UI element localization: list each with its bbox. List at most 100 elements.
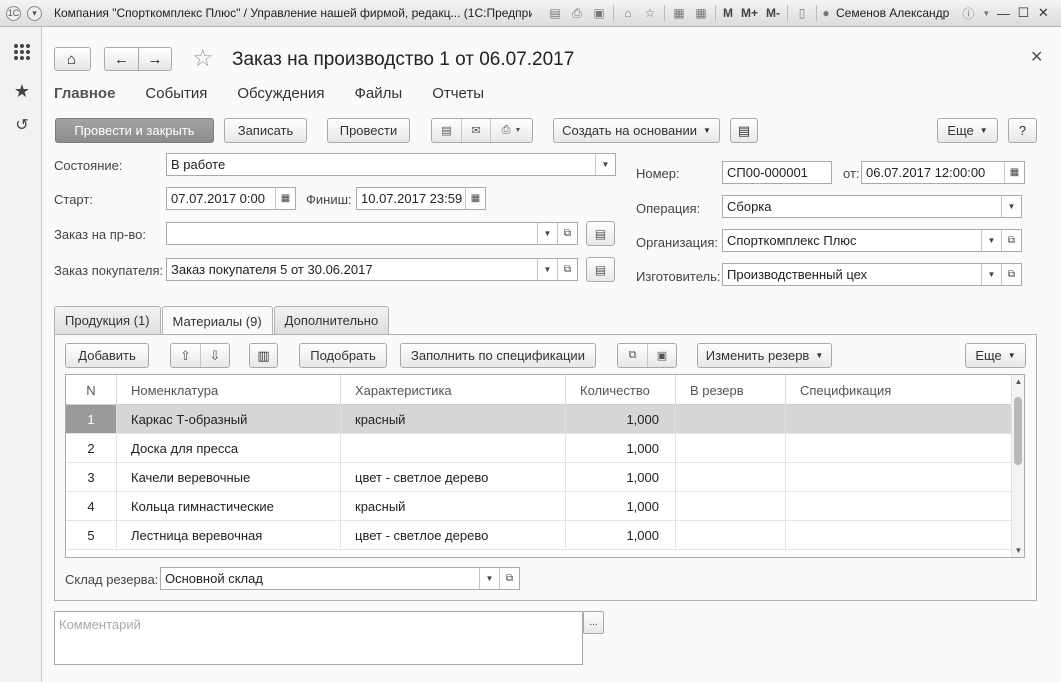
finish-date-field[interactable]: 10.07.2017 23:59 ▦ [356,187,486,210]
calendar-icon[interactable]: ▦ [690,4,712,22]
post-button[interactable]: Провести [327,118,410,143]
tab-files[interactable]: Файлы [355,85,403,102]
row-specification[interactable] [786,521,1012,549]
comment-field[interactable]: Комментарий [54,611,583,665]
sections-grid-icon[interactable] [12,42,32,62]
app-logo-icon[interactable]: 1C [6,5,21,21]
scroll-down-icon[interactable]: ▼ [1012,546,1024,555]
chevron-down-icon[interactable]: ▼ [595,154,615,175]
open-icon[interactable]: ⧉ [499,568,519,589]
memory-button[interactable]: M [719,6,737,20]
state-select[interactable]: В работе ▼ [166,153,616,176]
calendar-icon[interactable]: ▦ [1004,162,1024,183]
chevron-down-icon[interactable]: ▼ [981,264,1001,285]
select-doc-icon[interactable]: ▤ [586,257,615,282]
row-quantity[interactable]: 1,000 [566,434,676,462]
row-characteristic[interactable] [341,434,566,462]
row-number[interactable]: 5 [66,521,117,549]
minimize-button[interactable]: — [993,4,1013,22]
row-item[interactable]: Качели веревочные [117,463,341,491]
tab-materials[interactable]: Материалы (9) [161,306,273,335]
row-specification[interactable] [786,463,1012,491]
table-row[interactable]: 1 Каркас Т-образный красный 1,000 [66,405,1012,434]
row-reserve[interactable] [676,492,786,520]
copy-icon[interactable]: ⧉ [618,344,647,367]
row-characteristic[interactable]: цвет - светлое дерево [341,463,566,491]
table-row[interactable]: 5 Лестница веревочная цвет - светлое дерев… [66,521,1012,550]
row-item[interactable]: Доска для пресса [117,434,341,462]
row-reserve[interactable] [676,463,786,491]
table-row[interactable]: 4 Кольца гимнастические красный 1,000 [66,492,1012,521]
calendar-icon[interactable]: ▦ [275,188,295,209]
comment-expand-button[interactable]: ... [583,611,604,634]
link-icon[interactable]: ⌂ [617,4,639,22]
col-specification[interactable]: Спецификация [786,375,1012,405]
row-quantity[interactable]: 1,000 [566,463,676,491]
row-number[interactable]: 2 [66,434,117,462]
fill-by-spec-button[interactable]: Заполнить по спецификации [400,343,596,368]
home-icon[interactable]: ⌂ [55,48,88,70]
mail-icon[interactable]: ✉ [461,119,490,142]
row-characteristic[interactable]: красный [341,405,566,433]
paste-icon[interactable]: ▣ [647,344,676,367]
move-down-icon[interactable]: ⇩ [200,344,229,367]
scroll-up-icon[interactable]: ▲ [1012,377,1024,386]
open-icon[interactable]: ⧉ [1001,230,1021,251]
maximize-button[interactable]: ☐ [1013,4,1033,22]
move-up-icon[interactable]: ⇧ [171,344,200,367]
favorites-icon[interactable]: ☆ [639,4,661,22]
chevron-down-icon[interactable]: ▼ [537,223,557,244]
row-quantity[interactable]: 1,000 [566,405,676,433]
print-icon[interactable]: ⎙ [566,4,588,22]
add-button[interactable]: Добавить [65,343,149,368]
row-characteristic[interactable]: цвет - светлое дерево [341,521,566,549]
chevron-down-icon[interactable]: ▼ [479,568,499,589]
row-specification[interactable] [786,434,1012,462]
row-number[interactable]: 4 [66,492,117,520]
change-reserve-button[interactable]: Изменить резерв ▼ [697,343,832,368]
document-icon[interactable]: ▤ [432,119,461,142]
calendar-icon[interactable]: ▦ [465,188,485,209]
row-reserve[interactable] [676,434,786,462]
user-name[interactable]: Семенов Александр [836,6,949,20]
prod-order-field[interactable]: ▼ ⧉ [166,222,578,245]
row-reserve[interactable] [676,521,786,549]
forward-arrow-icon[interactable]: → [138,48,171,70]
row-characteristic[interactable]: красный [341,492,566,520]
manufacturer-field[interactable]: Производственный цех ▼ ⧉ [722,263,1022,286]
back-arrow-icon[interactable]: ← [105,48,138,70]
materials-table[interactable]: N Номенклатура Характеристика Количество… [65,374,1025,558]
customer-order-field[interactable]: Заказ покупателя 5 от 30.06.2017 ▼ ⧉ [166,258,578,281]
memory-minus-button[interactable]: M- [762,6,784,20]
layout-icon[interactable]: ▯ [791,4,813,22]
col-item[interactable]: Номенклатура [117,375,341,405]
report-icon[interactable]: ▤ [730,118,758,143]
col-quantity[interactable]: Количество [566,375,676,405]
tab-main[interactable]: Главное [54,85,115,102]
tab-events[interactable]: События [145,85,207,102]
print-dropdown-icon[interactable]: ⎙ ▼ [490,119,532,142]
open-icon[interactable]: ⧉ [557,223,577,244]
scroll-thumb[interactable] [1014,397,1022,465]
memory-plus-button[interactable]: M+ [737,6,762,20]
row-number[interactable]: 3 [66,463,117,491]
select-doc-icon[interactable]: ▤ [586,221,615,246]
table-more-button[interactable]: Еще ▼ [965,343,1026,368]
col-characteristic[interactable]: Характеристика [341,375,566,405]
row-number[interactable]: 1 [66,405,117,433]
col-reserve[interactable]: В резерв [676,375,786,405]
row-item[interactable]: Кольца гимнастические [117,492,341,520]
row-item[interactable]: Каркас Т-образный [117,405,341,433]
chevron-down-icon[interactable]: ▼ [1001,196,1021,217]
row-quantity[interactable]: 1,000 [566,521,676,549]
save-icon[interactable]: ▤ [544,4,566,22]
info-icon[interactable]: ⓘ [957,4,979,22]
row-quantity[interactable]: 1,000 [566,492,676,520]
main-menu-icon[interactable]: ▾ [27,5,42,21]
history-icon[interactable]: ↺ [12,116,32,136]
operation-select[interactable]: Сборка ▼ [722,195,1022,218]
organization-field[interactable]: Спорткомплекс Плюс ▼ ⧉ [722,229,1022,252]
number-field[interactable]: СП00-000001 [722,161,832,184]
open-icon[interactable]: ⧉ [1001,264,1021,285]
calculator-icon[interactable]: ▦ [668,4,690,22]
